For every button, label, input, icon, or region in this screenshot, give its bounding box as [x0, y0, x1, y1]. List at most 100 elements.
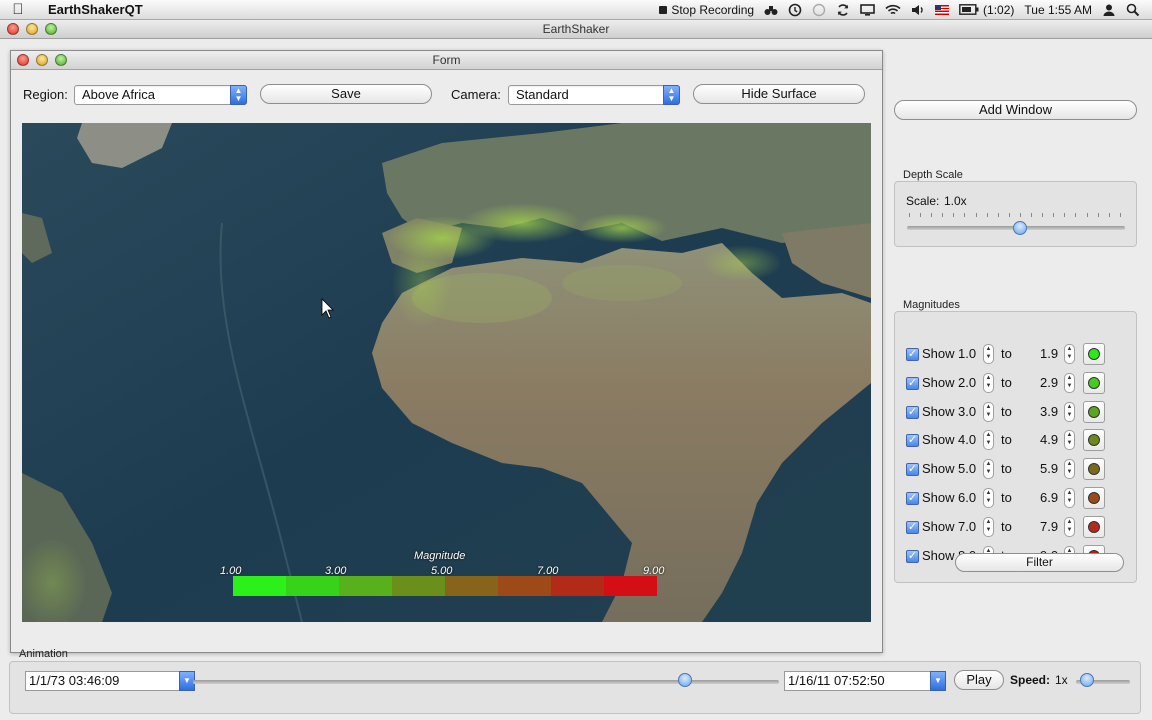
depth-scale-title: Depth Scale — [903, 169, 963, 181]
show-checkbox[interactable]: ✓ — [906, 376, 919, 390]
show-checkbox[interactable]: ✓ — [906, 520, 919, 534]
slider-tick — [1042, 213, 1044, 217]
form-zoom-button[interactable] — [55, 54, 67, 66]
sync-icon[interactable] — [836, 3, 850, 17]
globe-view[interactable]: Magnitude 1.00 3.00 5.00 7.00 9.00 — [22, 123, 871, 622]
slider-tick — [1019, 213, 1021, 217]
max-magnitude-value[interactable]: 1.9 — [1040, 346, 1058, 361]
min-magnitude-stepper[interactable]: ▲▼ — [983, 516, 994, 537]
zoom-window-button[interactable] — [45, 23, 57, 35]
max-magnitude-value[interactable]: 6.9 — [1040, 490, 1058, 505]
min-magnitude-value[interactable]: 5.0 — [958, 461, 976, 476]
max-magnitude-value[interactable]: 3.9 — [1040, 404, 1058, 419]
max-magnitude-stepper[interactable]: ▲▼ — [1064, 344, 1075, 364]
start-date-field[interactable]: 1/1/73 03:46:09 ▼ — [25, 671, 195, 691]
end-date-field[interactable]: 1/16/11 07:52:50 ▼ — [784, 671, 946, 691]
min-magnitude-value[interactable]: 7.0 — [958, 519, 976, 534]
wifi-icon[interactable] — [885, 4, 901, 16]
region-select[interactable]: Above Africa ▲ ▼ — [74, 85, 247, 105]
magnitude-row: ✓ Show 5.0 ▲ ▼ to 5.9 ▲ ▼ — [906, 458, 1128, 481]
show-checkbox[interactable]: ✓ — [906, 492, 919, 505]
max-magnitude-stepper[interactable]: ▲▼ — [1064, 372, 1075, 393]
color-picker-button[interactable] — [1083, 487, 1105, 509]
show-checkbox[interactable]: ✓ — [906, 463, 919, 477]
max-magnitude-stepper[interactable]: ▲▼ — [1064, 488, 1075, 508]
show-label: Show — [922, 346, 955, 361]
main-window-titlebar[interactable]: EarthShaker — [0, 20, 1152, 39]
slider-tick — [997, 213, 999, 217]
max-magnitude-value[interactable]: 5.9 — [1040, 461, 1058, 476]
slider-tick — [975, 213, 977, 217]
apple-icon[interactable]:  — [0, 1, 36, 18]
min-magnitude-stepper[interactable]: ▲▼ — [983, 488, 994, 508]
max-magnitude-value[interactable]: 4.9 — [1040, 432, 1058, 447]
stop-recording-item[interactable]: Stop Recording — [659, 3, 754, 17]
show-checkbox[interactable]: ✓ — [906, 405, 919, 419]
form-titlebar[interactable]: Form — [11, 51, 882, 70]
color-picker-button[interactable] — [1083, 400, 1105, 423]
min-magnitude-value[interactable]: 2.0 — [958, 375, 976, 390]
show-checkbox[interactable]: ✓ — [906, 434, 919, 448]
min-magnitude-stepper[interactable]: ▲▼ — [983, 344, 994, 364]
filter-button[interactable]: Filter — [955, 553, 1124, 572]
save-button[interactable]: Save — [260, 84, 432, 104]
to-label: to — [1001, 403, 1012, 419]
close-window-button[interactable] — [7, 23, 19, 35]
magnitude-color-bar — [233, 576, 657, 596]
min-magnitude-value[interactable]: 4.0 — [958, 432, 976, 447]
display-icon[interactable] — [860, 3, 875, 16]
min-magnitude-value[interactable]: 1.0 — [958, 346, 976, 361]
form-close-button[interactable] — [17, 54, 29, 66]
max-magnitude-stepper[interactable]: ▲▼ — [1064, 516, 1075, 537]
animation-title: Animation — [19, 648, 68, 660]
play-button[interactable]: Play — [954, 670, 1004, 690]
flag-icon[interactable] — [935, 4, 950, 15]
color-picker-button[interactable] — [1083, 343, 1105, 365]
min-magnitude-stepper[interactable]: ▲▼ — [983, 430, 994, 451]
circle-status-icon[interactable] — [812, 3, 826, 17]
color-picker-button[interactable] — [1083, 515, 1105, 538]
min-magnitude-value[interactable]: 3.0 — [958, 404, 976, 419]
end-date-value: 1/16/11 07:52:50 — [788, 673, 885, 688]
main-window-title: EarthShaker — [542, 22, 610, 36]
main-window: EarthShaker Form Region: Above Africa ▲ ▼… — [0, 20, 1152, 720]
to-label: to — [1001, 490, 1012, 505]
battery-item[interactable]: (1:02) — [959, 3, 1014, 17]
color-picker-button[interactable] — [1083, 458, 1105, 481]
color-picker-button[interactable] — [1083, 371, 1105, 394]
show-checkbox[interactable]: ✓ — [906, 549, 919, 563]
slider-tick — [931, 213, 933, 217]
scale-slider-knob[interactable] — [1013, 221, 1028, 235]
chevron-down-icon[interactable]: ▼ — [930, 671, 946, 691]
max-magnitude-value[interactable]: 2.9 — [1040, 375, 1058, 390]
max-magnitude-stepper[interactable]: ▲▼ — [1064, 430, 1075, 451]
max-magnitude-stepper[interactable]: ▲▼ — [1064, 401, 1075, 422]
slider-tick — [964, 213, 966, 217]
add-window-button[interactable]: Add Window — [894, 100, 1137, 120]
min-magnitude-stepper[interactable]: ▲▼ — [983, 372, 994, 393]
volume-icon[interactable] — [911, 4, 925, 16]
form-minimize-button[interactable] — [36, 54, 48, 66]
min-magnitude-stepper[interactable]: ▲▼ — [983, 459, 994, 480]
app-menu[interactable]: EarthShakerQT — [48, 2, 143, 17]
show-label: Show — [922, 547, 955, 563]
binoculars-icon[interactable] — [764, 4, 778, 16]
region-value: Above Africa — [82, 87, 155, 102]
time-machine-icon[interactable] — [788, 3, 802, 17]
minimize-window-button[interactable] — [26, 23, 38, 35]
slider-tick — [909, 213, 910, 217]
speed-slider-knob[interactable] — [1079, 673, 1094, 687]
max-magnitude-value[interactable]: 7.9 — [1040, 519, 1058, 534]
show-label: Show — [922, 374, 955, 390]
camera-select[interactable]: Standard ▲ ▼ — [508, 85, 680, 105]
clock[interactable]: Tue 1:55 AM — [1024, 3, 1092, 17]
spotlight-icon[interactable] — [1126, 3, 1140, 17]
user-icon[interactable] — [1102, 3, 1116, 17]
min-magnitude-stepper[interactable]: ▲▼ — [983, 401, 994, 422]
hide-surface-button[interactable]: Hide Surface — [693, 84, 865, 104]
form-window: Form Region: Above Africa ▲ ▼ Save Camera… — [10, 50, 883, 653]
color-picker-button[interactable] — [1083, 429, 1105, 452]
show-checkbox[interactable]: ✓ — [906, 348, 919, 361]
min-magnitude-value[interactable]: 6.0 — [958, 490, 976, 505]
max-magnitude-stepper[interactable]: ▲▼ — [1064, 459, 1075, 480]
